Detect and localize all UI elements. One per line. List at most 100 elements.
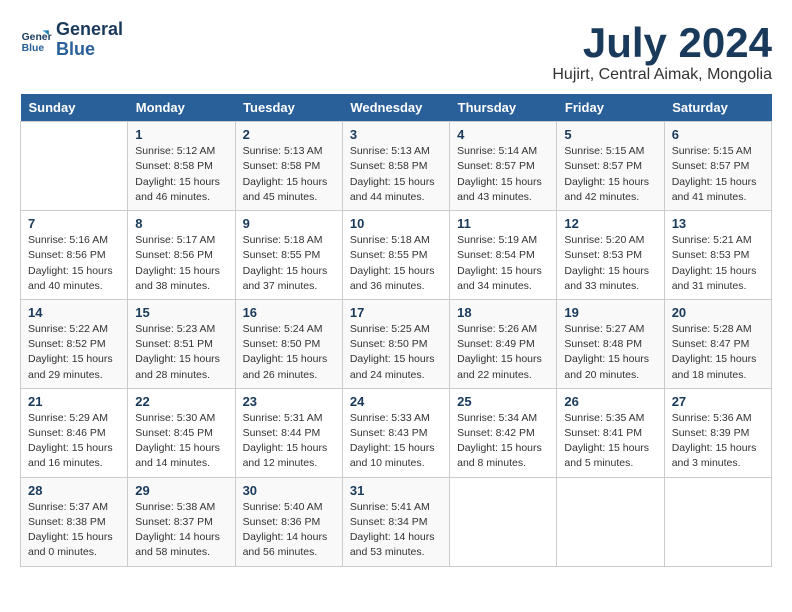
day-info: Sunrise: 5:40 AM Sunset: 8:36 PM Dayligh…	[243, 500, 335, 561]
day-number: 7	[28, 216, 120, 231]
day-info: Sunrise: 5:23 AM Sunset: 8:51 PM Dayligh…	[135, 322, 227, 383]
calendar-cell: 13 Sunrise: 5:21 AM Sunset: 8:53 PM Dayli…	[664, 211, 771, 300]
day-info: Sunrise: 5:26 AM Sunset: 8:49 PM Dayligh…	[457, 322, 549, 383]
col-header-thursday: Thursday	[450, 94, 557, 122]
day-info: Sunrise: 5:17 AM Sunset: 8:56 PM Dayligh…	[135, 233, 227, 294]
calendar-cell: 3 Sunrise: 5:13 AM Sunset: 8:58 PM Daylig…	[342, 122, 449, 211]
calendar-cell: 24 Sunrise: 5:33 AM Sunset: 8:43 PM Dayli…	[342, 388, 449, 477]
day-info: Sunrise: 5:20 AM Sunset: 8:53 PM Dayligh…	[564, 233, 656, 294]
day-number: 9	[243, 216, 335, 231]
day-number: 25	[457, 394, 549, 409]
calendar-cell: 17 Sunrise: 5:25 AM Sunset: 8:50 PM Dayli…	[342, 299, 449, 388]
day-info: Sunrise: 5:36 AM Sunset: 8:39 PM Dayligh…	[672, 411, 764, 472]
day-number: 17	[350, 305, 442, 320]
day-number: 31	[350, 483, 442, 498]
day-number: 22	[135, 394, 227, 409]
calendar-cell: 27 Sunrise: 5:36 AM Sunset: 8:39 PM Dayli…	[664, 388, 771, 477]
calendar-cell: 8 Sunrise: 5:17 AM Sunset: 8:56 PM Daylig…	[128, 211, 235, 300]
day-info: Sunrise: 5:13 AM Sunset: 8:58 PM Dayligh…	[350, 144, 442, 205]
calendar-cell: 4Sunrise: 5:14 AM Sunset: 8:57 PM Daylig…	[450, 122, 557, 211]
day-number: 24	[350, 394, 442, 409]
day-number: 3	[350, 127, 442, 142]
calendar-table: SundayMondayTuesdayWednesdayThursdayFrid…	[20, 94, 772, 566]
col-header-sunday: Sunday	[21, 94, 128, 122]
calendar-cell: 25 Sunrise: 5:34 AM Sunset: 8:42 PM Dayli…	[450, 388, 557, 477]
calendar-cell: 31 Sunrise: 5:41 AM Sunset: 8:34 PM Dayli…	[342, 477, 449, 566]
calendar-cell: 26Sunrise: 5:35 AM Sunset: 8:41 PM Dayli…	[557, 388, 664, 477]
month-title: July 2024	[552, 20, 772, 66]
day-number: 28	[28, 483, 120, 498]
calendar-week-row: 14Sunrise: 5:22 AM Sunset: 8:52 PM Dayli…	[21, 299, 772, 388]
calendar-week-row: 1Sunrise: 5:12 AM Sunset: 8:58 PM Daylig…	[21, 122, 772, 211]
day-info: Sunrise: 5:41 AM Sunset: 8:34 PM Dayligh…	[350, 500, 442, 561]
calendar-cell: 12 Sunrise: 5:20 AM Sunset: 8:53 PM Dayli…	[557, 211, 664, 300]
day-info: Sunrise: 5:18 AM Sunset: 8:55 PM Dayligh…	[350, 233, 442, 294]
calendar-cell: 6 Sunrise: 5:15 AM Sunset: 8:57 PM Daylig…	[664, 122, 771, 211]
calendar-cell: 30 Sunrise: 5:40 AM Sunset: 8:36 PM Dayli…	[235, 477, 342, 566]
day-number: 18	[457, 305, 549, 320]
day-number: 13	[672, 216, 764, 231]
title-area: July 2024 Hujirt, Central Aimak, Mongoli…	[552, 20, 772, 84]
col-header-wednesday: Wednesday	[342, 94, 449, 122]
day-number: 8	[135, 216, 227, 231]
day-info: Sunrise: 5:28 AM Sunset: 8:47 PM Dayligh…	[672, 322, 764, 383]
day-info: Sunrise: 5:38 AM Sunset: 8:37 PM Dayligh…	[135, 500, 227, 561]
logo: General Blue General Blue	[20, 20, 123, 60]
day-info: Sunrise: 5:16 AM Sunset: 8:56 PM Dayligh…	[28, 233, 120, 294]
calendar-cell	[450, 477, 557, 566]
calendar-cell: 10 Sunrise: 5:18 AM Sunset: 8:55 PM Dayli…	[342, 211, 449, 300]
day-number: 6	[672, 127, 764, 142]
day-info: Sunrise: 5:29 AM Sunset: 8:46 PM Dayligh…	[28, 411, 120, 472]
day-number: 27	[672, 394, 764, 409]
calendar-cell: 16Sunrise: 5:24 AM Sunset: 8:50 PM Dayli…	[235, 299, 342, 388]
col-header-monday: Monday	[128, 94, 235, 122]
day-number: 30	[243, 483, 335, 498]
location-title: Hujirt, Central Aimak, Mongolia	[552, 66, 772, 84]
day-number: 11	[457, 216, 549, 231]
day-info: Sunrise: 5:18 AM Sunset: 8:55 PM Dayligh…	[243, 233, 335, 294]
calendar-header-row: SundayMondayTuesdayWednesdayThursdayFrid…	[21, 94, 772, 122]
logo-line2: Blue	[56, 40, 123, 60]
col-header-saturday: Saturday	[664, 94, 771, 122]
day-info: Sunrise: 5:24 AM Sunset: 8:50 PM Dayligh…	[243, 322, 335, 383]
day-info: Sunrise: 5:22 AM Sunset: 8:52 PM Dayligh…	[28, 322, 120, 383]
day-number: 21	[28, 394, 120, 409]
day-info: Sunrise: 5:35 AM Sunset: 8:41 PM Dayligh…	[564, 411, 656, 472]
day-info: Sunrise: 5:25 AM Sunset: 8:50 PM Dayligh…	[350, 322, 442, 383]
calendar-cell: 2Sunrise: 5:13 AM Sunset: 8:58 PM Daylig…	[235, 122, 342, 211]
day-info: Sunrise: 5:27 AM Sunset: 8:48 PM Dayligh…	[564, 322, 656, 383]
day-info: Sunrise: 5:15 AM Sunset: 8:57 PM Dayligh…	[672, 144, 764, 205]
day-info: Sunrise: 5:37 AM Sunset: 8:38 PM Dayligh…	[28, 500, 120, 561]
day-number: 19	[564, 305, 656, 320]
day-number: 10	[350, 216, 442, 231]
calendar-cell: 29 Sunrise: 5:38 AM Sunset: 8:37 PM Dayli…	[128, 477, 235, 566]
day-number: 15	[135, 305, 227, 320]
calendar-cell	[21, 122, 128, 211]
logo-icon: General Blue	[20, 24, 52, 56]
svg-text:Blue: Blue	[22, 43, 45, 54]
calendar-cell: 22 Sunrise: 5:30 AM Sunset: 8:45 PM Dayli…	[128, 388, 235, 477]
day-info: Sunrise: 5:34 AM Sunset: 8:42 PM Dayligh…	[457, 411, 549, 472]
day-number: 5	[564, 127, 656, 142]
day-number: 12	[564, 216, 656, 231]
day-info: Sunrise: 5:21 AM Sunset: 8:53 PM Dayligh…	[672, 233, 764, 294]
calendar-week-row: 7 Sunrise: 5:16 AM Sunset: 8:56 PM Daylig…	[21, 211, 772, 300]
day-info: Sunrise: 5:31 AM Sunset: 8:44 PM Dayligh…	[243, 411, 335, 472]
calendar-cell: 19 Sunrise: 5:27 AM Sunset: 8:48 PM Dayli…	[557, 299, 664, 388]
calendar-cell: 14Sunrise: 5:22 AM Sunset: 8:52 PM Dayli…	[21, 299, 128, 388]
day-number: 1	[135, 127, 227, 142]
calendar-cell: 18 Sunrise: 5:26 AM Sunset: 8:49 PM Dayli…	[450, 299, 557, 388]
day-info: Sunrise: 5:30 AM Sunset: 8:45 PM Dayligh…	[135, 411, 227, 472]
day-number: 23	[243, 394, 335, 409]
calendar-cell	[664, 477, 771, 566]
day-info: Sunrise: 5:15 AM Sunset: 8:57 PM Dayligh…	[564, 144, 656, 205]
day-info: Sunrise: 5:19 AM Sunset: 8:54 PM Dayligh…	[457, 233, 549, 294]
day-number: 29	[135, 483, 227, 498]
calendar-week-row: 21 Sunrise: 5:29 AM Sunset: 8:46 PM Dayli…	[21, 388, 772, 477]
calendar-week-row: 28 Sunrise: 5:37 AM Sunset: 8:38 PM Dayli…	[21, 477, 772, 566]
day-info: Sunrise: 5:33 AM Sunset: 8:43 PM Dayligh…	[350, 411, 442, 472]
calendar-cell: 5 Sunrise: 5:15 AM Sunset: 8:57 PM Daylig…	[557, 122, 664, 211]
calendar-cell: 11 Sunrise: 5:19 AM Sunset: 8:54 PM Dayli…	[450, 211, 557, 300]
col-header-friday: Friday	[557, 94, 664, 122]
logo-text: General Blue	[56, 20, 123, 60]
